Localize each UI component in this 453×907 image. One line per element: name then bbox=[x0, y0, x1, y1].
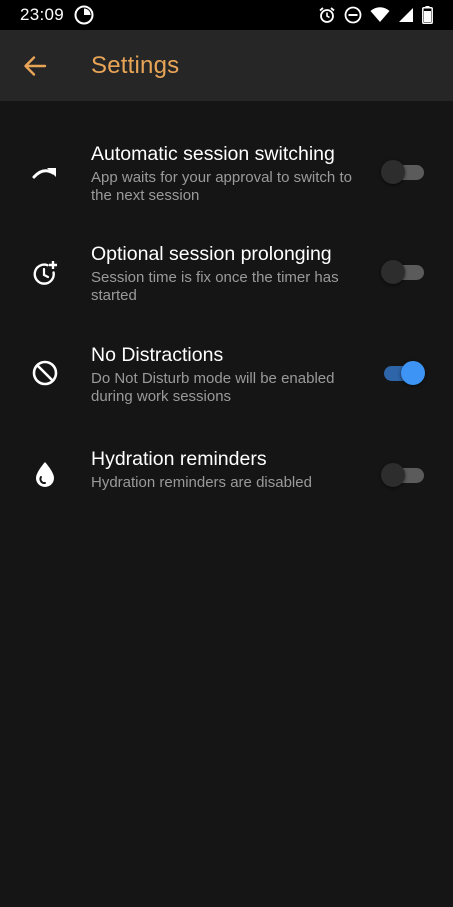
setting-no-distractions[interactable]: No Distractions Do Not Disturb mode will… bbox=[0, 339, 453, 439]
toggle-switch[interactable] bbox=[381, 462, 425, 488]
setting-hydration-reminders[interactable]: Hydration reminders Hydration reminders … bbox=[0, 443, 453, 543]
toggle-switch[interactable] bbox=[381, 360, 425, 386]
setting-title: Automatic session switching bbox=[91, 143, 335, 165]
block-icon bbox=[30, 358, 60, 388]
setting-description: Session time is fix once the timer has s… bbox=[91, 269, 339, 304]
status-time: 23:09 bbox=[20, 5, 65, 24]
toggle-thumb bbox=[381, 160, 405, 184]
setting-description: Hydration reminders are disabled bbox=[91, 474, 312, 491]
setting-title: Optional session prolonging bbox=[91, 243, 332, 265]
setting-title: Hydration reminders bbox=[91, 448, 267, 470]
setting-optional-session-prolonging[interactable]: Optional session prolonging Session time… bbox=[0, 238, 453, 338]
setting-description: App waits for your approval to switch to… bbox=[91, 169, 352, 204]
toggle-switch[interactable] bbox=[381, 159, 425, 185]
setting-description: Do Not Disturb mode will be enabled duri… bbox=[91, 370, 335, 405]
toggle-switch[interactable] bbox=[381, 259, 425, 285]
back-button[interactable] bbox=[18, 51, 52, 81]
arrow-left-icon bbox=[23, 55, 47, 77]
clock-plus-icon bbox=[30, 258, 60, 288]
page-title: Settings bbox=[91, 52, 180, 79]
toggle-thumb bbox=[381, 260, 405, 284]
toggle-thumb bbox=[401, 361, 425, 385]
toggle-thumb bbox=[381, 463, 405, 487]
battery-icon bbox=[422, 6, 433, 24]
timer-app-icon bbox=[74, 5, 94, 25]
water-drop-icon bbox=[30, 459, 60, 489]
alarm-icon bbox=[318, 6, 336, 24]
status-bar: 23:09 bbox=[0, 0, 453, 30]
wifi-icon bbox=[370, 7, 390, 23]
setting-automatic-session-switching[interactable]: Automatic session switching App waits fo… bbox=[0, 138, 453, 238]
app-bar: Settings bbox=[0, 30, 453, 101]
signal-icon bbox=[398, 7, 414, 23]
do-not-disturb-icon bbox=[344, 6, 362, 24]
redo-arrow-icon bbox=[30, 158, 60, 188]
setting-title: No Distractions bbox=[91, 344, 224, 366]
